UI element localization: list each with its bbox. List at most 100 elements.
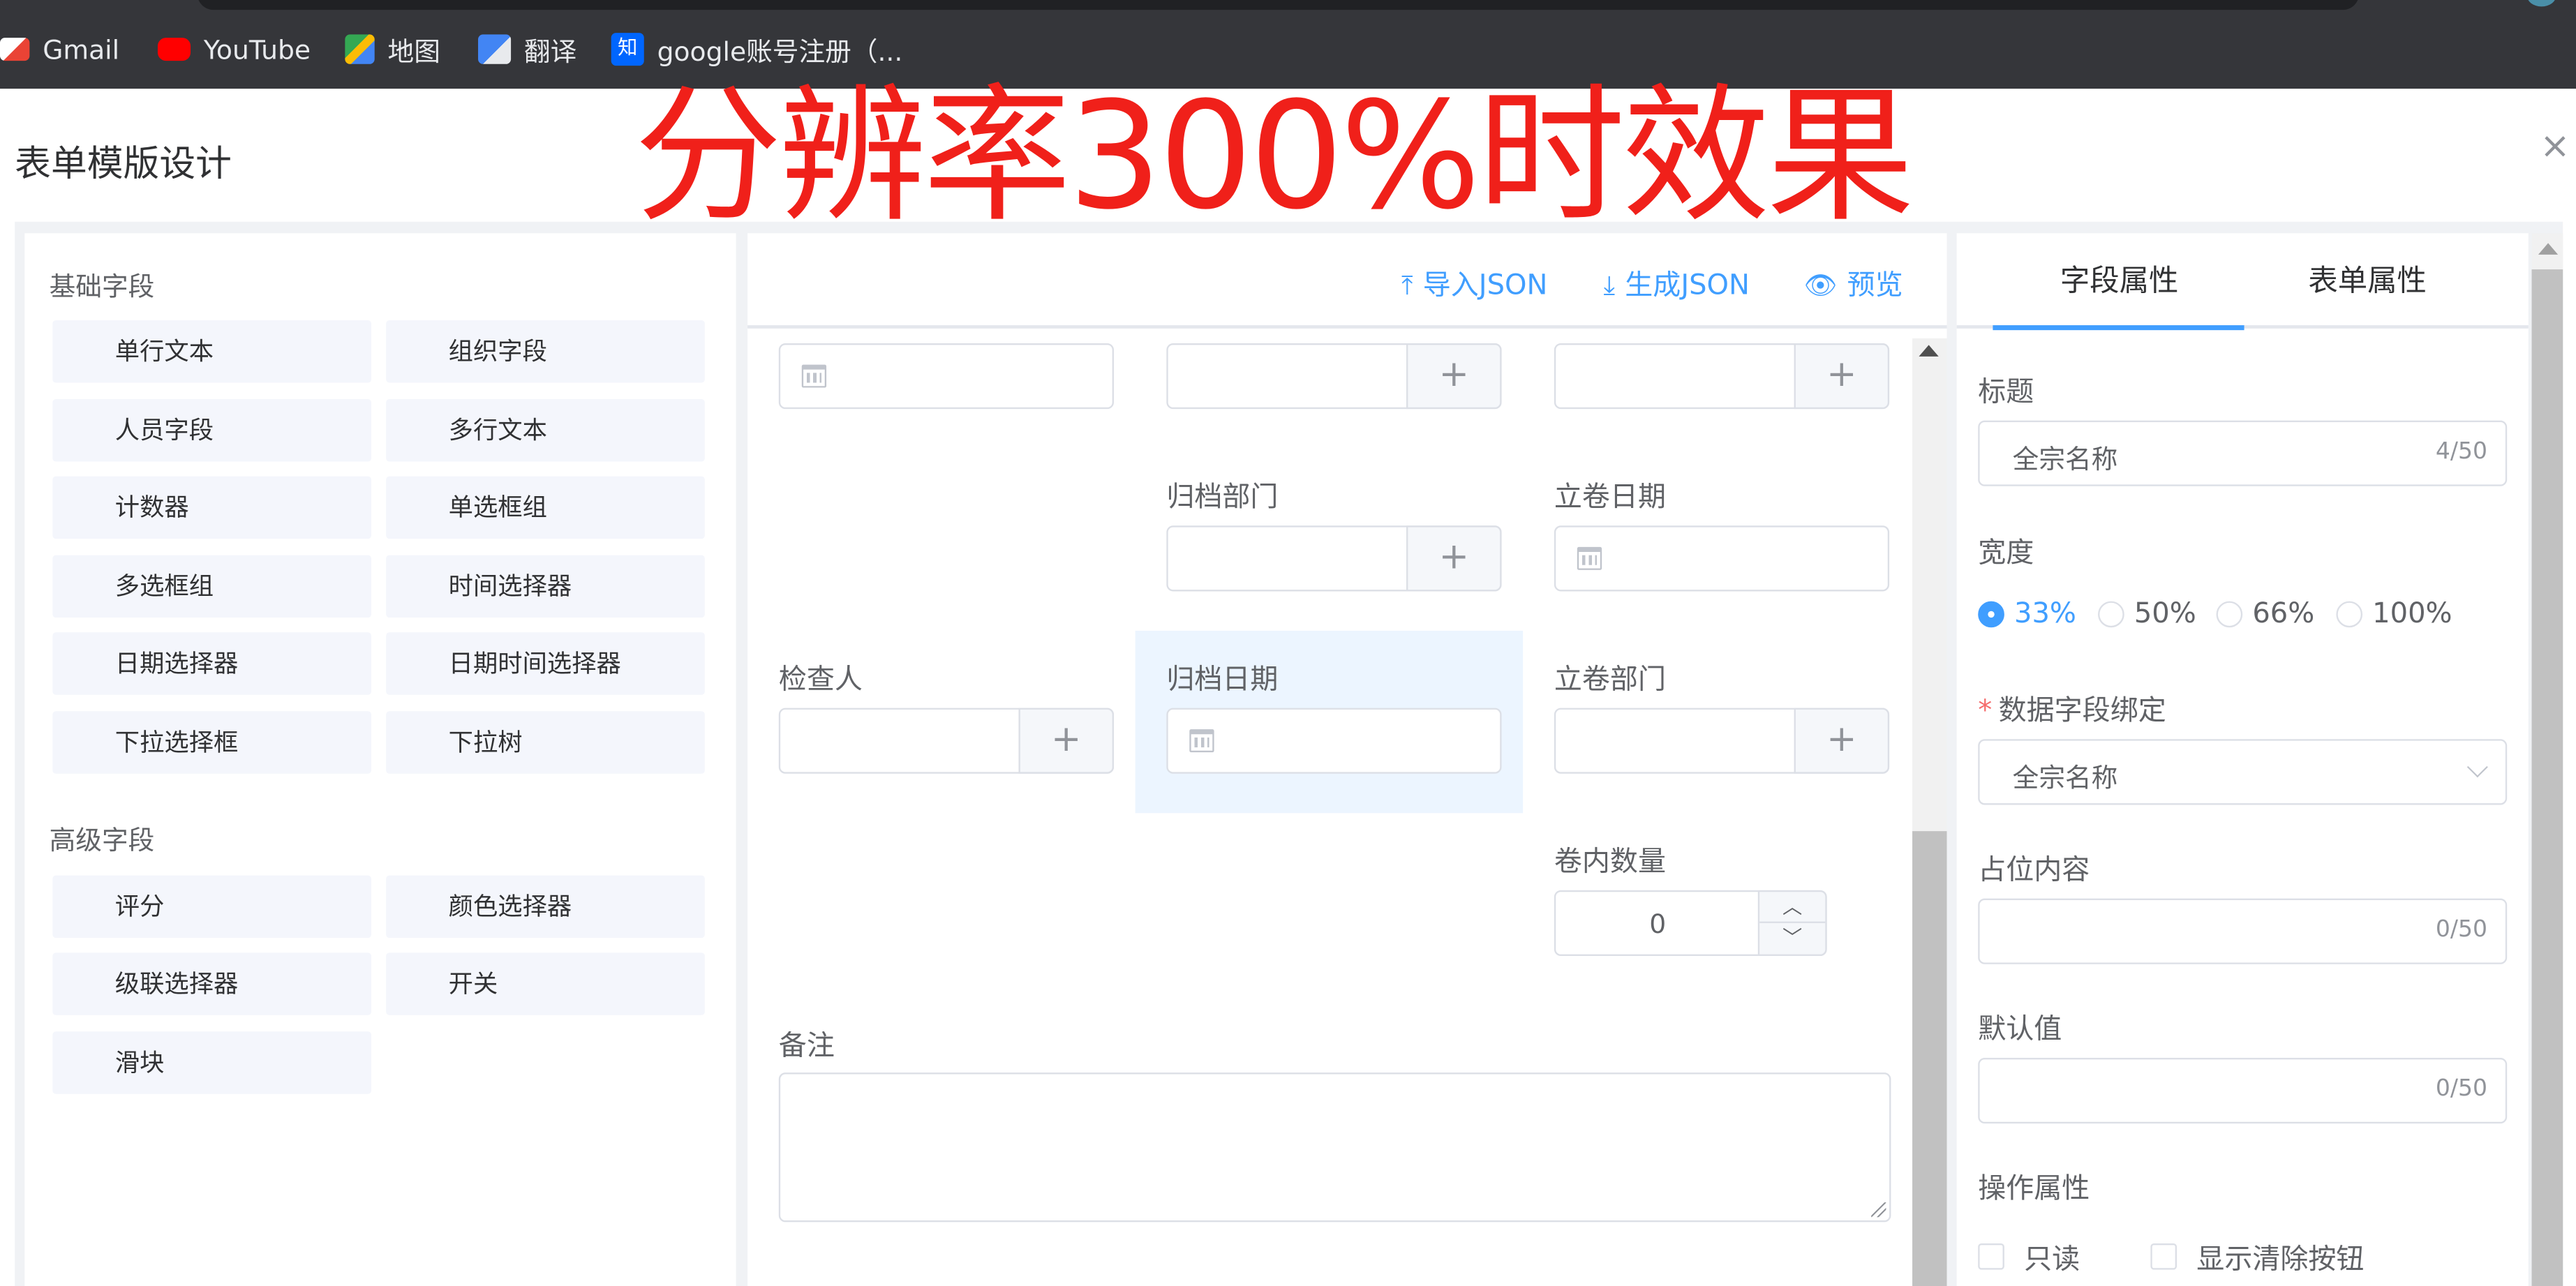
component-select[interactable]: 下拉选择框 <box>52 711 372 774</box>
generate-json-button[interactable]: ⤓ 生成JSON <box>1604 261 1750 302</box>
component-multiline-text[interactable]: 多行文本 <box>386 399 705 462</box>
placeholder-input[interactable]: 0/50 <box>1978 898 2508 964</box>
volume-count-value: 0 <box>1649 908 1667 940</box>
title-label: 标题 <box>1978 376 2034 410</box>
bookmark-translate[interactable]: 翻译 <box>478 31 576 68</box>
volume-count-label: 卷内数量 <box>1554 846 1666 879</box>
component-cascader[interactable]: 级联选择器 <box>52 952 372 1015</box>
component-single-line-text[interactable]: 单行文本 <box>52 320 372 383</box>
bookmark-maps[interactable]: 地图 <box>345 31 440 68</box>
archive-dept-input[interactable]: + <box>1166 525 1502 592</box>
component-counter[interactable]: 计数器 <box>52 476 372 539</box>
binding-label-text: 数据字段绑定 <box>1998 694 2166 728</box>
component-person-field[interactable]: 人员字段 <box>52 399 372 462</box>
component-checkbox-group[interactable]: 多选框组 <box>52 555 372 618</box>
checkbox-label: 显示清除按钮 <box>2196 1243 2365 1277</box>
component-panel: 基础字段 单行文本 组织字段 人员字段 多行文本 计数器 单选框组 多选框组 时… <box>24 233 736 1286</box>
plus-button[interactable]: + <box>1794 708 1890 774</box>
default-value-input[interactable]: 0/50 <box>1978 1057 2508 1124</box>
placeholder-counter: 0/50 <box>2435 916 2487 943</box>
basic-fields-title: 基础字段 <box>49 271 155 303</box>
close-icon[interactable]: × <box>2540 129 2573 165</box>
profile-avatar[interactable] <box>2526 0 2556 7</box>
calendar-icon <box>801 364 827 388</box>
file-dept-input[interactable]: + <box>1554 708 1890 774</box>
binding-value: 全宗名称 <box>2012 762 2118 793</box>
tab-strip <box>197 0 2360 10</box>
bookmark-label: google账号注册（... <box>657 36 903 68</box>
download-icon: ⤓ <box>1603 269 1616 301</box>
component-radio-group[interactable]: 单选框组 <box>386 476 705 539</box>
increase-icon[interactable]: ︿ <box>1759 892 1826 923</box>
component-color-picker[interactable]: 颜色选择器 <box>386 875 705 939</box>
bookmark-gmail[interactable]: Gmail <box>0 31 119 68</box>
archive-dept-label: 归档部门 <box>1166 481 1279 514</box>
component-tree-select[interactable]: 下拉树 <box>386 711 705 774</box>
stepper-arrows: ︿ ﹀ <box>1757 890 1827 957</box>
component-slider[interactable]: 滑块 <box>52 1031 372 1094</box>
tab-form-properties[interactable]: 表单属性 <box>2308 258 2426 301</box>
volume-count-stepper[interactable]: 0 ︿ ﹀ <box>1554 890 1827 957</box>
archive-date-input[interactable] <box>1166 708 1502 774</box>
component-rate[interactable]: 评分 <box>52 875 372 939</box>
translate-icon <box>478 34 512 64</box>
plus-button[interactable]: + <box>1794 343 1890 410</box>
org-select-input[interactable]: + <box>1166 343 1502 410</box>
gmail-icon <box>0 38 30 61</box>
scroll-up-icon[interactable] <box>1919 345 1939 357</box>
resize-handle-icon[interactable] <box>1871 1202 1886 1218</box>
properties-scrollbar[interactable] <box>2531 233 2563 1286</box>
radio-dot <box>1978 601 2004 628</box>
scrollbar-thumb[interactable] <box>1912 831 1947 1286</box>
generate-json-label: 生成JSON <box>1625 269 1750 303</box>
checkbox-label: 只读 <box>2024 1243 2080 1277</box>
title-counter: 4/50 <box>2435 438 2487 465</box>
radio-label: 100% <box>2372 597 2452 631</box>
person-select-input[interactable]: + <box>1554 343 1890 410</box>
decrease-icon[interactable]: ﹀ <box>1759 923 1825 955</box>
preview-button[interactable]: 👁 预览 <box>1804 261 1903 302</box>
component-org-field[interactable]: 组织字段 <box>386 320 705 383</box>
width-radio-50[interactable]: 50% <box>2098 598 2196 631</box>
bookmark-zhihu[interactable]: 知 google账号注册（... <box>611 31 903 68</box>
checkbox-box <box>1978 1242 2004 1269</box>
date-field-input[interactable] <box>778 343 1115 410</box>
file-date-input[interactable] <box>1554 525 1890 592</box>
inspector-input[interactable]: + <box>778 708 1115 774</box>
show-clear-checkbox[interactable]: 显示清除按钮 <box>2150 1235 2364 1276</box>
scroll-up-icon[interactable] <box>2538 243 2559 255</box>
component-date-picker[interactable]: 日期选择器 <box>52 632 372 695</box>
title-input[interactable]: 全宗名称 4/50 <box>1978 420 2508 486</box>
app-root: Gmail YouTube 地图 翻译 知 google账号注册（... 表单模… <box>0 0 2576 1286</box>
readonly-checkbox[interactable]: 只读 <box>1978 1235 2080 1276</box>
tab-field-properties[interactable]: 字段属性 <box>2060 258 2178 301</box>
plus-button[interactable]: + <box>1018 708 1115 774</box>
width-radio-33[interactable]: 33% <box>1978 598 2076 631</box>
calendar-icon <box>1189 729 1214 753</box>
component-switch[interactable]: 开关 <box>386 952 705 1015</box>
radio-dot <box>2098 601 2124 628</box>
chevron-down-icon <box>2466 756 2488 778</box>
radio-dot <box>2216 601 2243 628</box>
bookmark-label: YouTube <box>203 33 311 65</box>
checkbox-box <box>2150 1242 2177 1269</box>
binding-select[interactable]: 全宗名称 <box>1978 739 2508 805</box>
archive-date-label: 归档日期 <box>1166 664 1279 697</box>
remark-textarea[interactable] <box>778 1072 1891 1223</box>
bookmark-youtube[interactable]: YouTube <box>157 31 311 68</box>
title-value: 全宗名称 <box>2012 443 2118 475</box>
canvas-scrollbar[interactable] <box>1912 338 1947 1286</box>
radio-dot <box>2336 601 2363 628</box>
component-datetime-picker[interactable]: 日期时间选择器 <box>386 632 705 695</box>
width-radio-100[interactable]: 100% <box>2336 598 2452 631</box>
plus-button[interactable]: + <box>1406 343 1502 410</box>
operation-properties-label: 操作属性 <box>1978 1172 2090 1206</box>
component-time-picker[interactable]: 时间选择器 <box>386 555 705 618</box>
plus-button[interactable]: + <box>1406 525 1502 592</box>
import-json-button[interactable]: ⤒ 导入JSON <box>1401 261 1547 302</box>
import-json-label: 导入JSON <box>1422 269 1548 303</box>
width-radio-66[interactable]: 66% <box>2216 598 2314 631</box>
default-value-label: 默认值 <box>1978 1013 2062 1047</box>
scrollbar-thumb[interactable] <box>2531 269 2563 1286</box>
active-tab-indicator <box>1993 325 2244 331</box>
